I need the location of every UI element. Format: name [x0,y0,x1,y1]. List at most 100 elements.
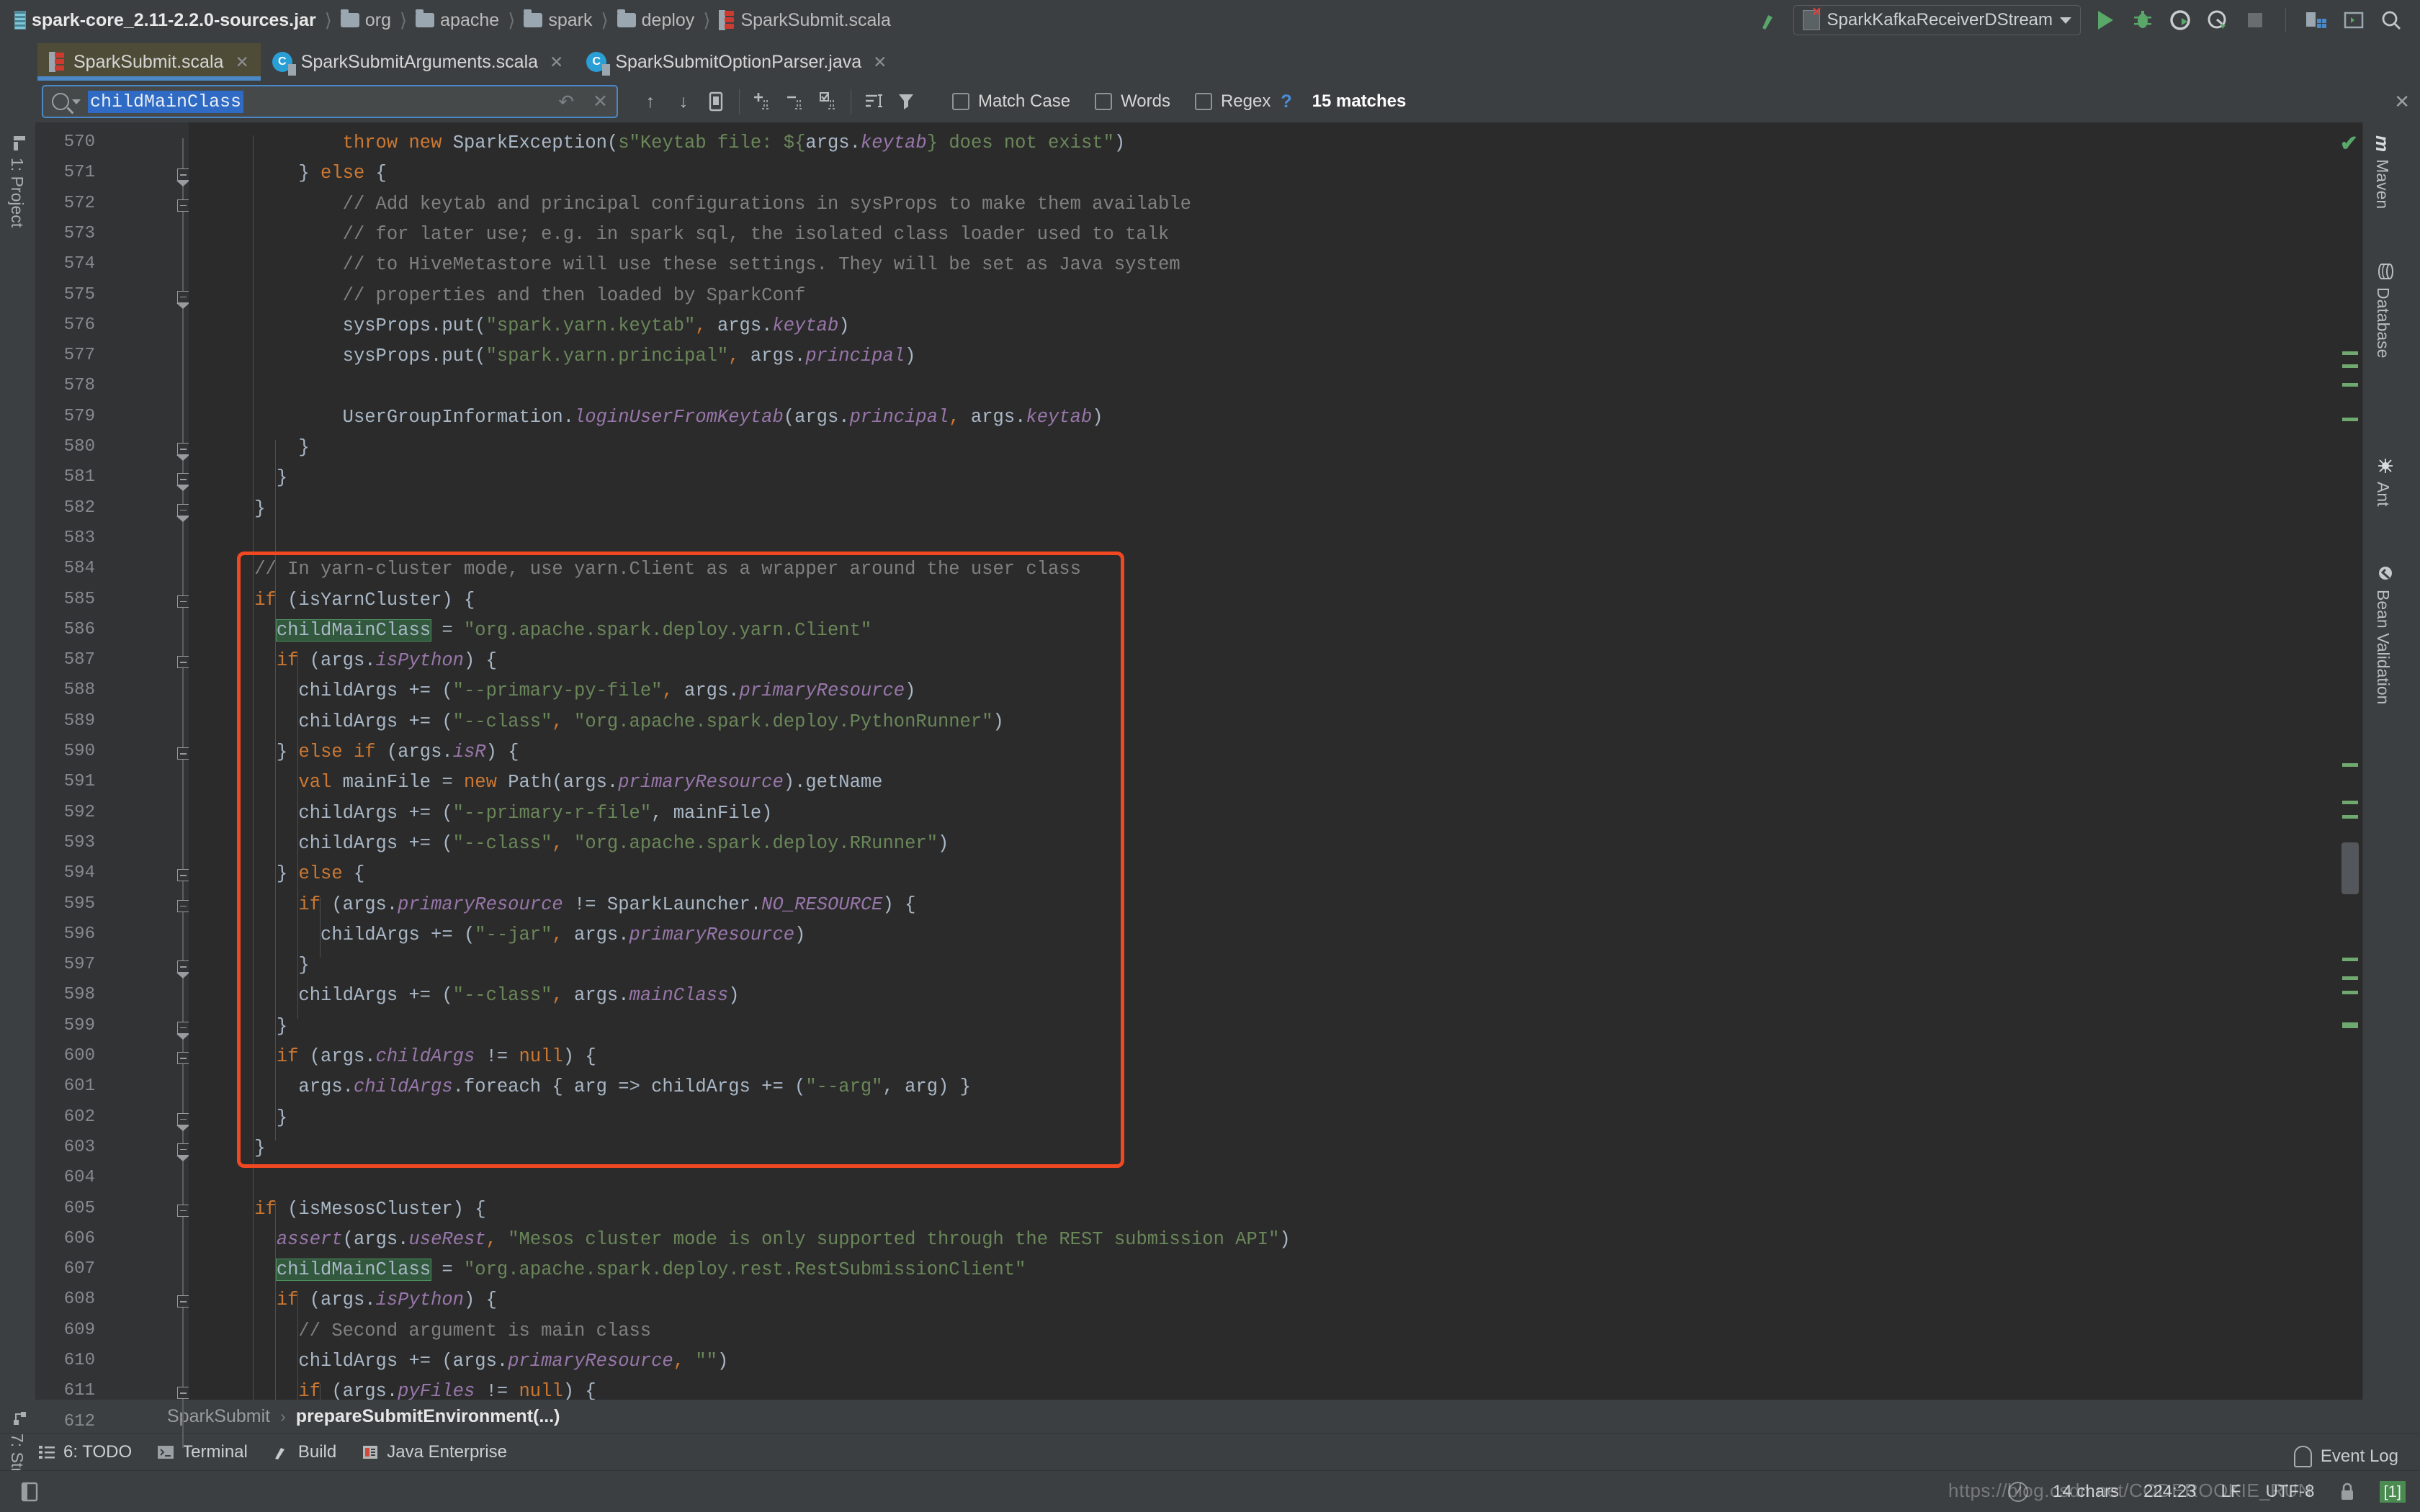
fold-marker[interactable] [176,1143,190,1161]
stop-button[interactable] [2242,7,2268,33]
inspection-icon[interactable] [2008,1481,2029,1502]
line-number: 594 [63,863,95,883]
sort-icon[interactable] [857,85,890,118]
filter-icon[interactable] [890,85,923,118]
remove-occurrence-icon[interactable] [779,85,812,118]
editor-marker-strip[interactable]: ✔ [2338,122,2362,1400]
search-clear-icon[interactable]: ✕ [593,91,608,112]
find-previous-button[interactable]: ↑ [634,85,667,118]
fold-marker[interactable] [177,869,189,882]
java-enterprise-icon [361,1443,379,1461]
line-number: 581 [63,467,95,487]
breadcrumb-label: SparkSubmit.scala [740,9,891,30]
inspection-ok-icon[interactable]: ✔ [2340,131,2358,156]
console-icon[interactable] [2341,7,2367,33]
breadcrumb-item-file[interactable]: SparkSubmit.scala [714,9,895,32]
breadcrumb-item-apache[interactable]: apache [411,9,503,32]
tool-window-build[interactable]: Build [272,1442,336,1462]
run-with-coverage-button[interactable] [2167,7,2193,33]
code-line: } [298,955,310,976]
fold-marker[interactable] [176,960,190,979]
sidebar-item-maven[interactable]: m Maven [2371,135,2393,209]
regex-label: Regex [1220,91,1271,111]
find-preview-icon[interactable] [700,85,733,118]
fold-marker[interactable] [176,290,190,309]
code-line: childArgs += (args.primaryResource, "") [298,1351,729,1372]
breadcrumb-item-spark[interactable]: spark [519,9,596,32]
tool-window-terminal[interactable]: Terminal [156,1442,248,1462]
chars-count: 14 chars [2053,1481,2120,1501]
match-count-label: 15 matches [1312,91,1407,111]
fold-marker[interactable] [176,168,190,187]
fold-marker[interactable] [177,1052,189,1064]
fold-marker[interactable] [177,899,189,912]
toolbar-divider [2285,8,2286,32]
find-next-button[interactable]: ↓ [667,85,700,118]
tab-spark-submit-scala[interactable]: SparkSubmit.scala ✕ [37,43,261,81]
fold-marker[interactable] [176,1021,190,1040]
fold-marker[interactable] [177,595,189,608]
sidebar-item-project[interactable]: 1: Project [7,135,27,228]
fold-marker[interactable] [176,503,190,522]
editor-gutter[interactable]: 570 571 572 573 574 575 576 577 578 579 580 581 582 5… [36,122,190,1448]
tab-spark-submit-arguments-scala[interactable]: C SparkSubmitArguments.scala ✕ [261,43,575,81]
vertical-scrollbar-thumb[interactable] [2341,842,2359,894]
search-history-chevron-icon[interactable] [72,99,81,104]
debug-button[interactable] [2130,7,2156,33]
fold-marker[interactable] [177,199,189,212]
search-input[interactable]: childMainClass ↶ ✕ [42,85,618,118]
sidebar-item-ant[interactable]: Ant [2373,457,2393,507]
regex-checkbox[interactable]: Regex [1194,91,1271,112]
line-number: 606 [63,1228,95,1248]
breadcrumb-separator: ⟩ [324,9,332,31]
search-wrap-icon[interactable]: ↶ [558,91,574,113]
breadcrumb-item-org[interactable]: org [336,9,395,32]
fold-marker[interactable] [176,443,190,461]
caret-position[interactable]: 224:23 [2143,1482,2196,1502]
fold-marker[interactable] [177,656,189,669]
search-marker [2342,1022,2358,1028]
fold-marker[interactable] [177,1387,189,1400]
tab-spark-submit-option-parser-java[interactable]: C SparkSubmitOptionParser.java ✕ [575,43,898,81]
fold-marker[interactable] [177,747,189,760]
git-branch-indicator[interactable]: [1] [2379,1480,2406,1503]
line-number: 575 [63,284,95,305]
code-view[interactable]: throw new SparkException(s"Keytab file: … [189,122,2362,1400]
breadcrumb-method[interactable]: prepareSubmitEnvironment(...) [296,1406,560,1427]
fold-marker[interactable] [176,1112,190,1131]
tab-close-icon[interactable]: ✕ [235,53,248,72]
tool-window-java-enterprise[interactable]: Java Enterprise [361,1442,507,1462]
hide-tool-windows-button[interactable] [20,1481,39,1503]
code-line: childArgs += ("--jar", args.primaryResou… [321,924,806,945]
find-close-icon[interactable]: ✕ [2394,91,2420,113]
match-case-checkbox[interactable]: Match Case [952,91,1070,112]
code-line: childArgs += ("--class", "org.apache.spa… [298,711,1004,732]
tab-close-icon[interactable]: ✕ [873,53,887,72]
regex-help-icon[interactable]: ? [1281,91,1291,112]
tab-close-icon[interactable]: ✕ [550,53,563,72]
line-separator[interactable]: LF [2221,1482,2241,1502]
profile-button[interactable] [2205,7,2231,33]
fold-marker[interactable] [176,473,190,492]
sidebar-item-bean-validation[interactable]: Bean Validation [2373,565,2393,704]
run-button[interactable] [2092,7,2118,33]
tool-window-todo[interactable]: 6: TODO [37,1442,132,1462]
words-checkbox[interactable]: Words [1095,91,1170,112]
lock-icon[interactable] [2339,1482,2355,1502]
select-all-occurrences-icon[interactable] [812,85,845,118]
run-configuration-selector[interactable]: SparkKafkaReceiverDStream [1793,5,2081,35]
fold-marker[interactable] [177,1204,189,1217]
add-occurrence-icon[interactable] [745,85,779,118]
words-label: Words [1121,91,1170,111]
search-everywhere-icon[interactable] [2378,7,2404,33]
file-encoding[interactable]: UTF-8 [2266,1482,2315,1502]
line-number: 603 [63,1137,95,1157]
build-project-icon[interactable] [2303,7,2329,33]
build-hammer-icon[interactable] [1756,7,1782,33]
sidebar-item-database[interactable]: Database [2373,263,2393,358]
breadcrumb-item-jar[interactable]: spark-core_2.11-2.2.0-sources.jar [10,9,321,32]
code-line: childArgs += ("--class", args.mainClass) [298,985,740,1007]
breadcrumb-item-deploy[interactable]: deploy [613,9,699,32]
fold-marker[interactable] [177,1295,189,1308]
event-log-button[interactable]: Event Log [2293,1446,2398,1467]
